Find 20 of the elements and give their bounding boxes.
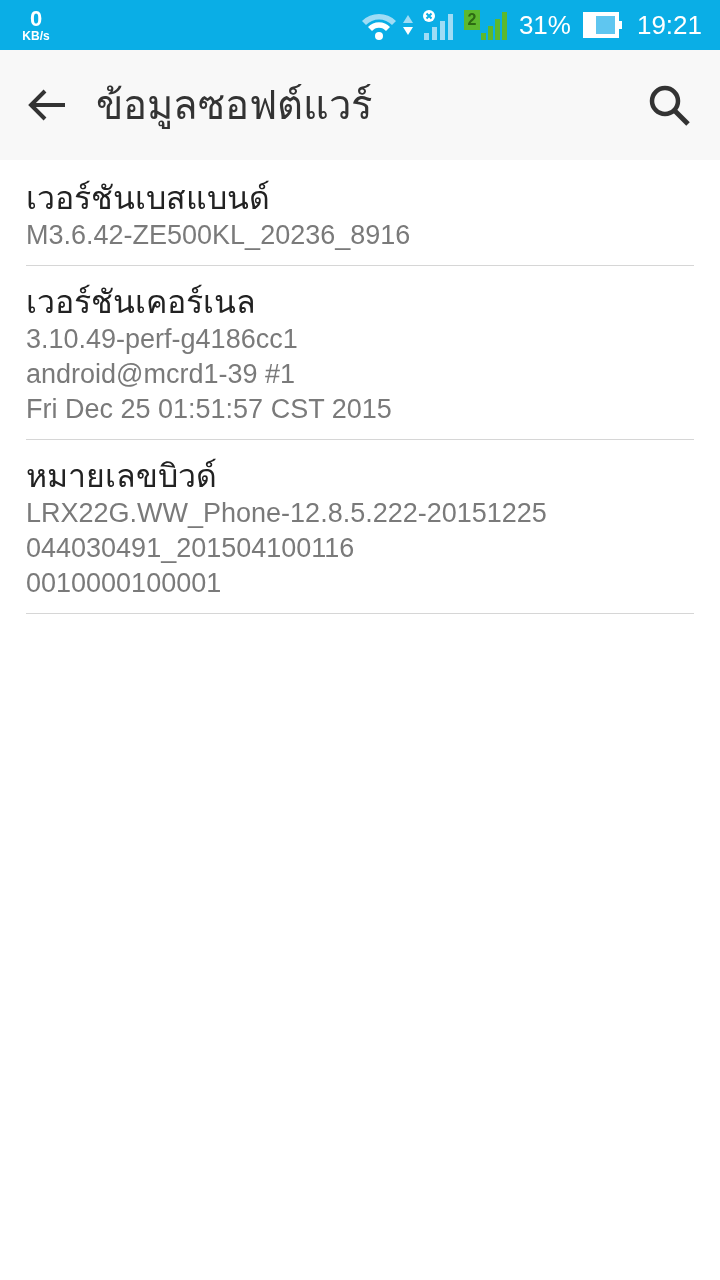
setting-title: เวอร์ชันเคอร์เนล	[26, 283, 256, 322]
setting-value: 0010000100001	[26, 567, 222, 600]
signal-icon	[480, 9, 509, 41]
battery-icon	[582, 12, 623, 38]
setting-value: 044030491_201504100116	[26, 532, 355, 565]
clock-time: 19:21	[636, 8, 702, 42]
setting-title: หมายเลขบิวด์	[26, 457, 217, 496]
sim-badge: 2	[463, 10, 480, 30]
back-arrow-icon	[27, 88, 67, 122]
screen-title: ข้อมูลซอฟต์แวร์	[96, 82, 373, 131]
setting-value: M3.6.42-ZE500KL_20236_8916	[26, 219, 411, 252]
setting-value: 3.10.49-perf-g4186cc1	[26, 323, 298, 356]
setting-value: Fri Dec 25 01:51:57 CST 2015	[26, 393, 392, 426]
battery-percent: 31%	[518, 8, 571, 42]
setting-title: เวอร์ชันเบสแบนด์	[26, 179, 270, 218]
search-icon	[647, 83, 691, 127]
setting-value: LRX22G.WW_Phone-12.8.5.222-20151225	[26, 497, 547, 530]
network-speed-unit: KB/s	[22, 30, 50, 42]
network-speed-value: 0	[29, 8, 43, 30]
setting-value: android@mcrd1-39 #1	[26, 358, 296, 391]
